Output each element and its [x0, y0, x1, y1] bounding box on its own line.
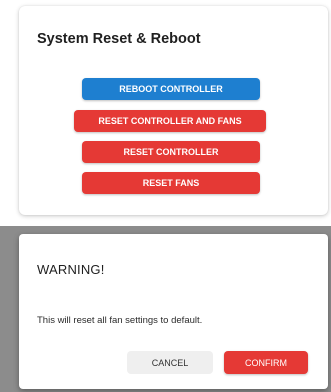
reset-controller-and-fans-button[interactable]: RESET CONTROLLER AND FANS: [74, 110, 266, 132]
system-reset-card: System Reset & Reboot REBOOT CONTROLLER …: [19, 6, 328, 215]
dialog-title: WARNING!: [37, 262, 105, 277]
dialog-message: This will reset all fan settings to defa…: [37, 315, 203, 326]
page: System Reset & Reboot REBOOT CONTROLLER …: [0, 0, 331, 392]
reboot-controller-button[interactable]: REBOOT CONTROLLER: [82, 78, 260, 100]
cancel-button[interactable]: CANCEL: [127, 351, 213, 374]
confirm-button[interactable]: CONFIRM: [224, 351, 308, 374]
card-title: System Reset & Reboot: [37, 31, 201, 47]
reset-controller-button[interactable]: RESET CONTROLLER: [82, 141, 260, 163]
reset-fans-button[interactable]: RESET FANS: [82, 172, 260, 194]
warning-dialog: WARNING! This will reset all fan setting…: [19, 234, 328, 389]
